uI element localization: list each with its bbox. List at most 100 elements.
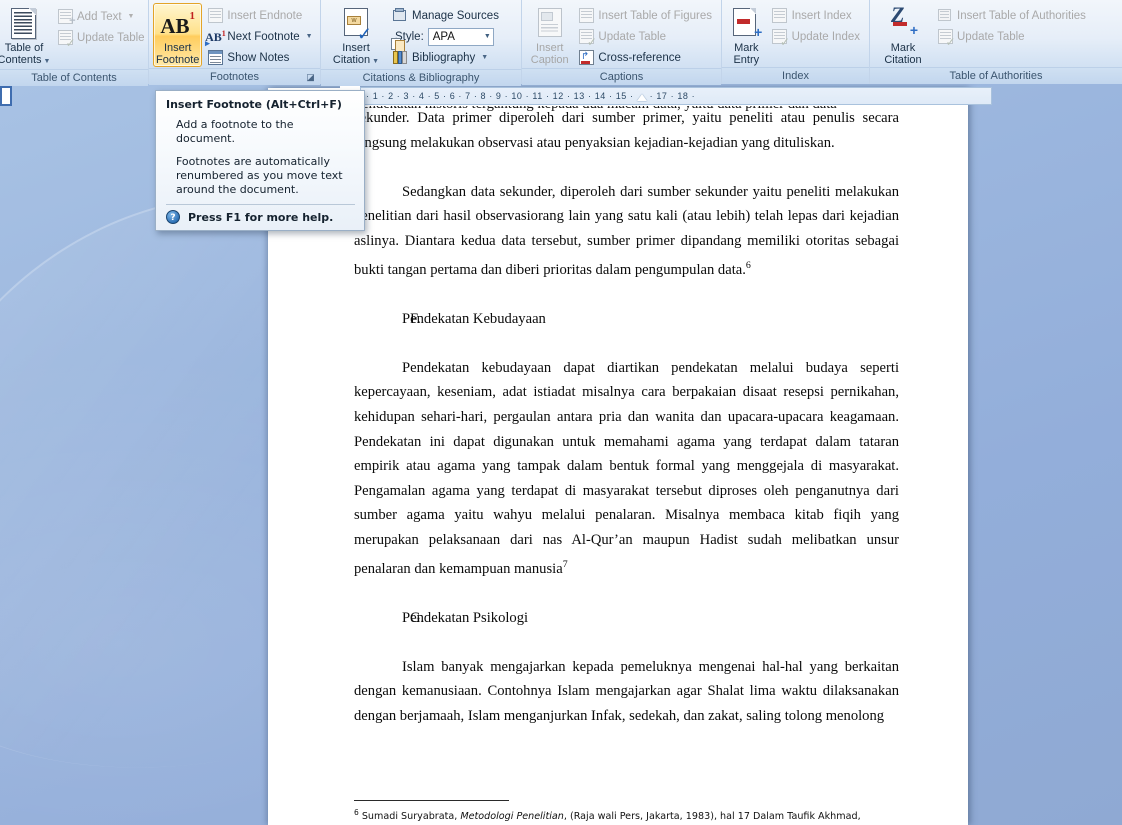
mark-citation-icon: Z + (891, 2, 918, 38)
document-page[interactable]: Pendekatan historis tergantung kepada du… (268, 88, 968, 825)
insert-endnote-label: Insert Endnote (227, 9, 303, 22)
insert-table-of-figures-label: Insert Table of Figures (598, 9, 712, 22)
ribbon-references-tab[interactable]: Table of Contents ▼ + Add Text ▼ ✓ Updat… (0, 0, 1122, 86)
insert-citation-label-line2: Citation (332, 54, 371, 66)
ribbon-group-table-of-authorities: Z + Mark Citation Insert Table of Authori… (869, 0, 1122, 84)
insert-table-of-authorities-button[interactable]: Insert Table of Authorities (932, 5, 1091, 26)
document-text-area[interactable]: sekunder. Data primer diperoleh dari sum… (354, 106, 899, 729)
bibliography-button[interactable]: Bibliography ▼ (387, 47, 504, 68)
update-table-icon: ✓ (937, 29, 956, 48)
footnote-6-text-1: Sumadi Suryabrata, (358, 811, 461, 823)
paragraph-spacer (354, 282, 899, 307)
horizontal-ruler[interactable]: · 1 · 2 · 3 · 4 · 5 · 6 · 7 · 8 · 9 · 10… (360, 87, 992, 105)
update-table-captions-button[interactable]: ✓ Update Table (573, 26, 717, 48)
update-table-label: Update Table (598, 30, 666, 43)
insert-endnote-icon (207, 8, 223, 24)
footnotes-dialog-launcher-icon[interactable]: ◪ (305, 72, 316, 83)
table-of-contents-label-line1: Table of (4, 42, 44, 54)
table-of-contents-label-line2: Contents (0, 54, 42, 66)
bibliography-label: Bibliography (412, 51, 476, 64)
insert-caption-label-line2: Caption (530, 54, 569, 66)
next-footnote-button[interactable]: AB1 ▸ Next Footnote ▼ (202, 26, 317, 48)
chevron-down-icon[interactable]: ▼ (372, 58, 379, 65)
paragraph-spacer (354, 581, 899, 606)
insert-index-label: Insert Index (791, 9, 852, 22)
update-table-authorities-button[interactable]: ✓ Update Table (932, 26, 1091, 48)
group-label-index: Index (722, 67, 869, 84)
ruler-corner-tabstop-selector[interactable] (0, 86, 12, 106)
insert-table-of-figures-button[interactable]: Insert Table of Figures (573, 5, 717, 26)
insert-caption-label-line1: Insert (535, 42, 564, 54)
update-index-icon: ✓ (772, 29, 790, 48)
paragraph-psikologi: Islam banyak mengajarkan kepada pemelukn… (354, 658, 899, 724)
chevron-down-icon[interactable]: ▼ (306, 33, 313, 40)
tooltip-divider (166, 204, 355, 205)
mark-citation-button[interactable]: Z + Mark Citation (874, 3, 932, 67)
paragraph-spacer (354, 331, 899, 356)
update-table-icon: ✓ (578, 29, 597, 48)
show-notes-button[interactable]: Show Notes (202, 47, 317, 68)
group-label-table-of-contents: Table of Contents (0, 69, 148, 86)
group-label-citations-bibliography: Citations & Bibliography (321, 69, 521, 86)
footnote-entry-6: 6 Sumadi Suryabrata, Metodologi Peneliti… (354, 806, 914, 825)
update-table-icon: ✓ (57, 30, 76, 49)
footnote-reference-6[interactable]: 6 (746, 260, 751, 271)
right-indent-marker[interactable] (636, 93, 647, 101)
ribbon-group-captions: Insert Caption Insert Table of Figures ✓ (521, 0, 721, 85)
table-of-contents-icon (9, 6, 39, 42)
group-label-captions: Captions (522, 68, 721, 85)
chevron-down-icon[interactable]: ▼ (484, 33, 491, 40)
mark-entry-label-line2: Entry (733, 54, 760, 66)
footnote-6-text-2: , (Raja wali Pers, Jakarta, 1983), hal 1… (563, 811, 861, 823)
paragraph-spacer (354, 630, 899, 655)
add-text-icon: + (57, 9, 76, 27)
ribbon-group-footnotes: AB1 Insert Footnote Insert Endnote AB1 ▸… (148, 0, 320, 85)
citation-style-row[interactable]: Style: APA ▼ (387, 26, 504, 52)
help-question-icon: ? (166, 210, 180, 224)
heading-text: Pendekatan Kebudayaan (402, 310, 546, 327)
insert-index-button[interactable]: Insert Index (767, 5, 865, 26)
chevron-down-icon[interactable]: ▼ (44, 58, 51, 65)
ribbon-group-index: + Mark Entry Insert Index ✓ Update Index… (721, 0, 869, 84)
tooltip-title: Insert Footnote (Alt+Ctrl+F) (166, 98, 342, 111)
table-of-contents-button[interactable]: Table of Contents ▼ (0, 3, 52, 69)
insert-citation-icon: w ✓ (341, 6, 372, 43)
footnotes-area[interactable]: 6 Sumadi Suryabrata, Metodologi Peneliti… (354, 806, 914, 825)
heading-letter: G. (410, 609, 425, 626)
paragraph-spacer (354, 155, 899, 180)
cross-reference-button[interactable]: ↱ Cross-reference (573, 47, 717, 68)
citation-style-dropdown[interactable]: APA ▼ (427, 27, 494, 46)
chevron-down-icon[interactable]: ▼ (481, 54, 488, 61)
next-footnote-label: Next Footnote (227, 30, 300, 43)
manage-sources-icon (392, 8, 408, 24)
group-label-table-of-authorities: Table of Authorities (870, 67, 1122, 84)
update-table-toc-button[interactable]: ✓ Update Table (52, 27, 150, 49)
insert-endnote-button[interactable]: Insert Endnote (202, 5, 317, 26)
insert-footnote-button[interactable]: AB1 Insert Footnote (153, 3, 203, 67)
add-text-label: Add Text (77, 10, 122, 23)
insert-index-icon (772, 8, 788, 24)
chevron-down-icon[interactable]: ▼ (128, 13, 135, 20)
heading-g-pendekatan-psikologi: G.Pendekatan Psikologi (354, 606, 899, 631)
ribbon-group-citations-bibliography: w ✓ Insert Citation ▼ Manage Sources Sty… (320, 0, 521, 86)
tooltip-help-text: Press F1 for more help. (188, 210, 334, 224)
mark-entry-button[interactable]: + Mark Entry (726, 3, 767, 67)
footnote-reference-7[interactable]: 7 (563, 559, 568, 570)
insert-caption-button[interactable]: Insert Caption (526, 3, 573, 67)
insert-citation-button[interactable]: w ✓ Insert Citation ▼ (325, 3, 387, 69)
add-text-button[interactable]: + Add Text ▼ (52, 6, 150, 27)
update-index-button[interactable]: ✓ Update Index (767, 26, 865, 48)
ruler-ticks-right: · 17 · 18 · (649, 91, 696, 101)
ruler-ticks-left: · 1 · 2 · 3 · 4 · 5 · 6 · 7 · 8 · 9 · 10… (366, 91, 634, 101)
cross-reference-icon: ↱ (578, 50, 594, 66)
show-notes-label: Show Notes (227, 51, 290, 64)
next-footnote-icon: AB1 ▸ (205, 28, 226, 48)
footnote-6-title-1: Metodologi Penelitian (460, 811, 564, 823)
mark-citation-label-line2: Citation (884, 54, 922, 66)
manage-sources-button[interactable]: Manage Sources (387, 5, 504, 26)
update-table-label: Update Table (957, 30, 1025, 43)
tooltip-description-2: Footnotes are automatically renumbered a… (176, 155, 343, 196)
paragraph-kebudayaan: Pendekatan kebudayaan dapat diartikan pe… (354, 356, 899, 581)
mark-entry-icon: + (731, 6, 762, 42)
paragraph-text: Pendekatan kebudayaan dapat diartikan pe… (354, 359, 899, 577)
